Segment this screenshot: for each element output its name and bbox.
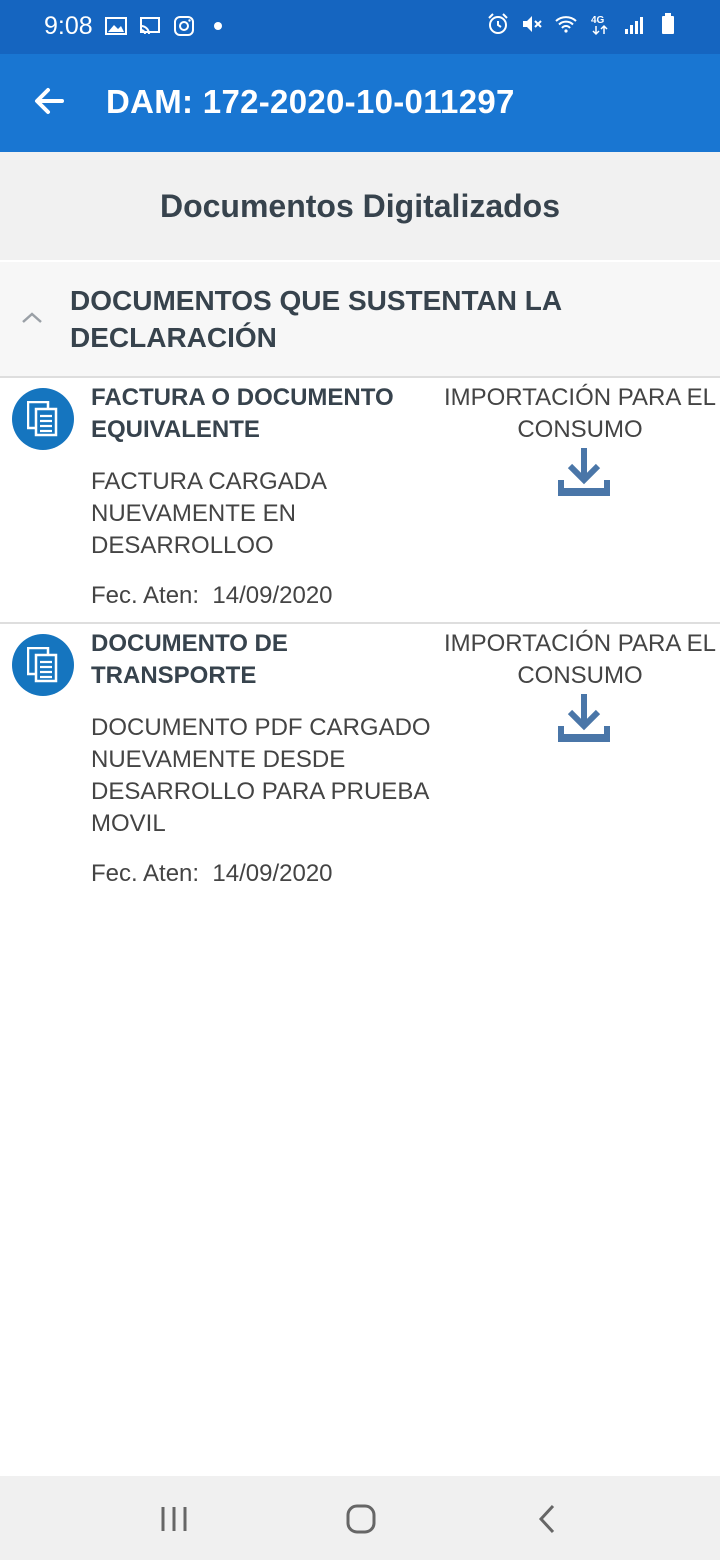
- image-icon: [105, 17, 127, 35]
- document-copy-icon: [27, 401, 58, 437]
- nav-back-icon[interactable]: [532, 1503, 564, 1535]
- document-copy-icon: [27, 647, 58, 683]
- section-header: Documentos Digitalizados: [0, 152, 720, 260]
- document-item[interactable]: DOCUMENTO DE TRANSPORTE DOCUMENTO PDF CA…: [0, 624, 720, 914]
- wifi-icon: [555, 16, 577, 33]
- back-arrow-icon[interactable]: [28, 79, 72, 123]
- document-title: DOCUMENTO DE TRANSPORTE: [91, 630, 288, 689]
- app-title: DAM: 172-2020-10-011297: [106, 83, 515, 120]
- section-title: Documentos Digitalizados: [159, 187, 561, 224]
- document-description: FACTURA CARGADA NUEVAMENTE EN DESARROLLO…: [91, 468, 326, 559]
- alarm-icon: [488, 13, 508, 34]
- document-type: IMPORTACIÓN PARA EL CONSUMO: [443, 384, 717, 443]
- document-date-row: Fec. Aten: 14/09/2020: [91, 582, 333, 610]
- date-value: 14/09/2020: [212, 860, 333, 887]
- app-bar: DAM: 172-2020-10-011297: [0, 54, 720, 152]
- status-left-icons: [104, 14, 230, 38]
- recent-apps-icon[interactable]: [158, 1503, 190, 1535]
- document-icon: [12, 388, 74, 450]
- instagram-icon: [174, 16, 194, 36]
- home-icon[interactable]: [345, 1503, 377, 1535]
- battery-icon: [662, 13, 674, 34]
- dot-icon: [214, 22, 222, 30]
- status-time: 9:08: [44, 12, 93, 40]
- document-type: IMPORTACIÓN PARA EL CONSUMO: [443, 630, 717, 689]
- download-icon[interactable]: [556, 448, 612, 500]
- document-description: DOCUMENTO PDF CARGADO NUEVAMENTE DESDE D…: [91, 714, 431, 837]
- chevron-up-icon[interactable]: [20, 306, 44, 330]
- system-nav-bar: [0, 1476, 720, 1560]
- 4g-icon: 4G: [591, 15, 608, 36]
- download-icon[interactable]: [556, 694, 612, 746]
- group-header[interactable]: DOCUMENTOS QUE SUSTENTAN LA DECLARACIÓN: [0, 262, 720, 378]
- date-value: 14/09/2020: [212, 582, 333, 609]
- date-label: Fec. Aten:: [91, 582, 200, 609]
- mute-icon: [523, 16, 542, 32]
- date-label: Fec. Aten:: [91, 860, 200, 887]
- group-title: DOCUMENTOS QUE SUSTENTAN LA DECLARACIÓN: [70, 285, 562, 353]
- status-right-icons: 4G: [486, 12, 680, 36]
- document-date-row: Fec. Aten: 14/09/2020: [91, 860, 333, 888]
- status-bar: 9:08 4G: [0, 0, 720, 54]
- svg-text:4G: 4G: [591, 15, 605, 26]
- document-item[interactable]: FACTURA O DOCUMENTO EQUIVALENTE FACTURA …: [0, 378, 720, 624]
- cast-icon: [140, 17, 160, 35]
- signal-icon: [625, 17, 643, 34]
- document-title: FACTURA O DOCUMENTO EQUIVALENTE: [91, 384, 394, 443]
- document-icon: [12, 634, 74, 696]
